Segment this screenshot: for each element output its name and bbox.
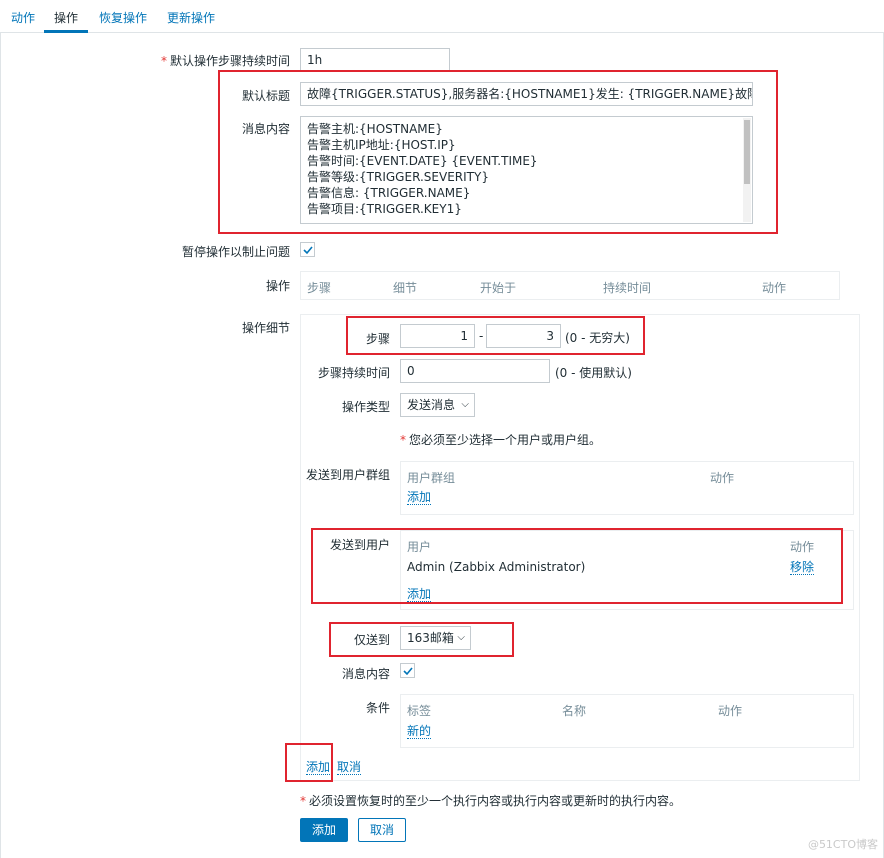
step-separator: - <box>479 329 484 343</box>
step-duration-label: 步骤持续时间 <box>317 366 390 380</box>
recovery-required-note: * 必须设置恢复时的至少一个执行内容或执行内容或更新时的执行内容。 <box>300 794 682 808</box>
checkmark-icon <box>403 667 413 676</box>
column-header: 用户 <box>407 540 432 554</box>
required-mark: * <box>160 54 167 68</box>
default-step-duration-input[interactable]: 1h <box>300 48 450 72</box>
operation-type-value: 发送消息 <box>407 398 456 412</box>
send-only-to-select[interactable]: 163邮箱 ⌵ <box>400 626 471 650</box>
tab-update-operations[interactable]: 更新操作 <box>167 9 215 33</box>
step-duration-hint: (0 - 使用默认) <box>555 366 632 380</box>
users-required-warning: * 您必须至少选择一个用户或用户组。 <box>400 433 602 447</box>
column-header: 开始于 <box>480 281 517 295</box>
column-header: 细节 <box>393 281 418 295</box>
conditions-table: 标签 名称 动作 新的 <box>400 694 854 748</box>
message-line: 告警主机:{HOSTNAME} <box>307 122 443 136</box>
default-message-label: 消息内容 <box>341 667 390 681</box>
message-line: 告警主机IP地址:{HOST.IP} <box>307 138 456 152</box>
message-scrollbar[interactable] <box>743 118 751 222</box>
step-from-input[interactable]: 1 <box>400 324 475 348</box>
column-header: 标签 <box>407 704 432 718</box>
new-condition-link[interactable]: 新的 <box>407 724 432 739</box>
step-duration-input[interactable]: 0 <box>400 359 550 383</box>
operations-table: 步骤 细节 开始于 持续时间 动作 <box>300 271 840 300</box>
column-header: 动作 <box>710 471 735 485</box>
message-line: 告警信息: {TRIGGER.NAME} <box>307 186 471 200</box>
user-groups-table: 用户群组 动作 添加 <box>400 461 854 515</box>
pause-label: 暂停操作以制止问题 <box>181 245 290 259</box>
message-textarea[interactable]: 告警主机:{HOSTNAME} 告警主机IP地址:{HOST.IP} 告警时间:… <box>300 116 753 224</box>
message-line: 告警项目:{TRIGGER.KEY1} <box>307 202 462 216</box>
column-header: 步骤 <box>307 281 332 295</box>
send-only-to-value: 163邮箱 <box>407 631 454 645</box>
message-line: 告警等级:{TRIGGER.SEVERITY} <box>307 170 489 184</box>
column-header: 动作 <box>790 540 815 554</box>
steps-hint: (0 - 无穷大) <box>565 331 630 345</box>
scrollbar-thumb[interactable] <box>744 120 750 184</box>
column-header: 名称 <box>562 704 587 718</box>
steps-label: 步骤 <box>365 332 390 346</box>
column-header: 动作 <box>718 704 743 718</box>
tab-bar: 动作 操作 恢复操作 更新操作 <box>0 0 884 33</box>
user-name: Admin (Zabbix Administrator) <box>407 560 586 574</box>
checkmark-icon <box>303 246 313 255</box>
operation-type-label: 操作类型 <box>341 400 390 414</box>
operation-details-label: 操作细节 <box>241 321 290 335</box>
column-header: 持续时间 <box>603 281 652 295</box>
tab-recovery-operations[interactable]: 恢复操作 <box>99 9 147 33</box>
tab-action[interactable]: 动作 <box>11 9 35 33</box>
add-button[interactable]: 添加 <box>300 818 348 842</box>
column-header: 动作 <box>762 281 787 295</box>
step-to-input[interactable]: 3 <box>486 324 561 348</box>
default-subject-input[interactable]: 故障{TRIGGER.STATUS},服务器名:{HOSTNAME1}发生: {… <box>300 82 753 106</box>
message-label: 消息内容 <box>241 122 290 136</box>
column-header: 用户群组 <box>407 471 456 485</box>
operation-type-select[interactable]: 发送消息 ⌵ <box>400 393 475 417</box>
watermark: @51CTO博客 <box>807 838 878 851</box>
chevron-down-icon: ⌵ <box>457 632 465 643</box>
default-subject-label: 默认标题 <box>241 89 290 103</box>
message-line: 告警时间:{EVENT.DATE} {EVENT.TIME} <box>307 154 538 168</box>
add-user-group-link[interactable]: 添加 <box>407 490 432 505</box>
details-cancel-link[interactable]: 取消 <box>337 760 362 775</box>
chevron-down-icon: ⌵ <box>461 399 469 410</box>
tab-operations[interactable]: 操作 <box>44 9 89 33</box>
add-user-link[interactable]: 添加 <box>407 587 432 602</box>
operations-label: 操作 <box>265 279 290 293</box>
details-add-link[interactable]: 添加 <box>306 760 331 775</box>
conditions-label: 条件 <box>365 701 390 715</box>
send-to-user-groups-label: 发送到用户群组 <box>305 468 390 482</box>
users-table: 用户 动作 Admin (Zabbix Administrator) 移除 添加 <box>400 530 854 610</box>
default-step-duration-label: * 默认操作步骤持续时间 <box>160 54 290 68</box>
cancel-button[interactable]: 取消 <box>358 818 406 842</box>
pause-checkbox[interactable] <box>300 242 315 257</box>
default-message-checkbox[interactable] <box>400 663 415 678</box>
remove-user-link[interactable]: 移除 <box>790 560 815 575</box>
send-to-users-label: 发送到用户 <box>329 538 390 552</box>
send-only-to-label: 仅送到 <box>353 633 390 647</box>
